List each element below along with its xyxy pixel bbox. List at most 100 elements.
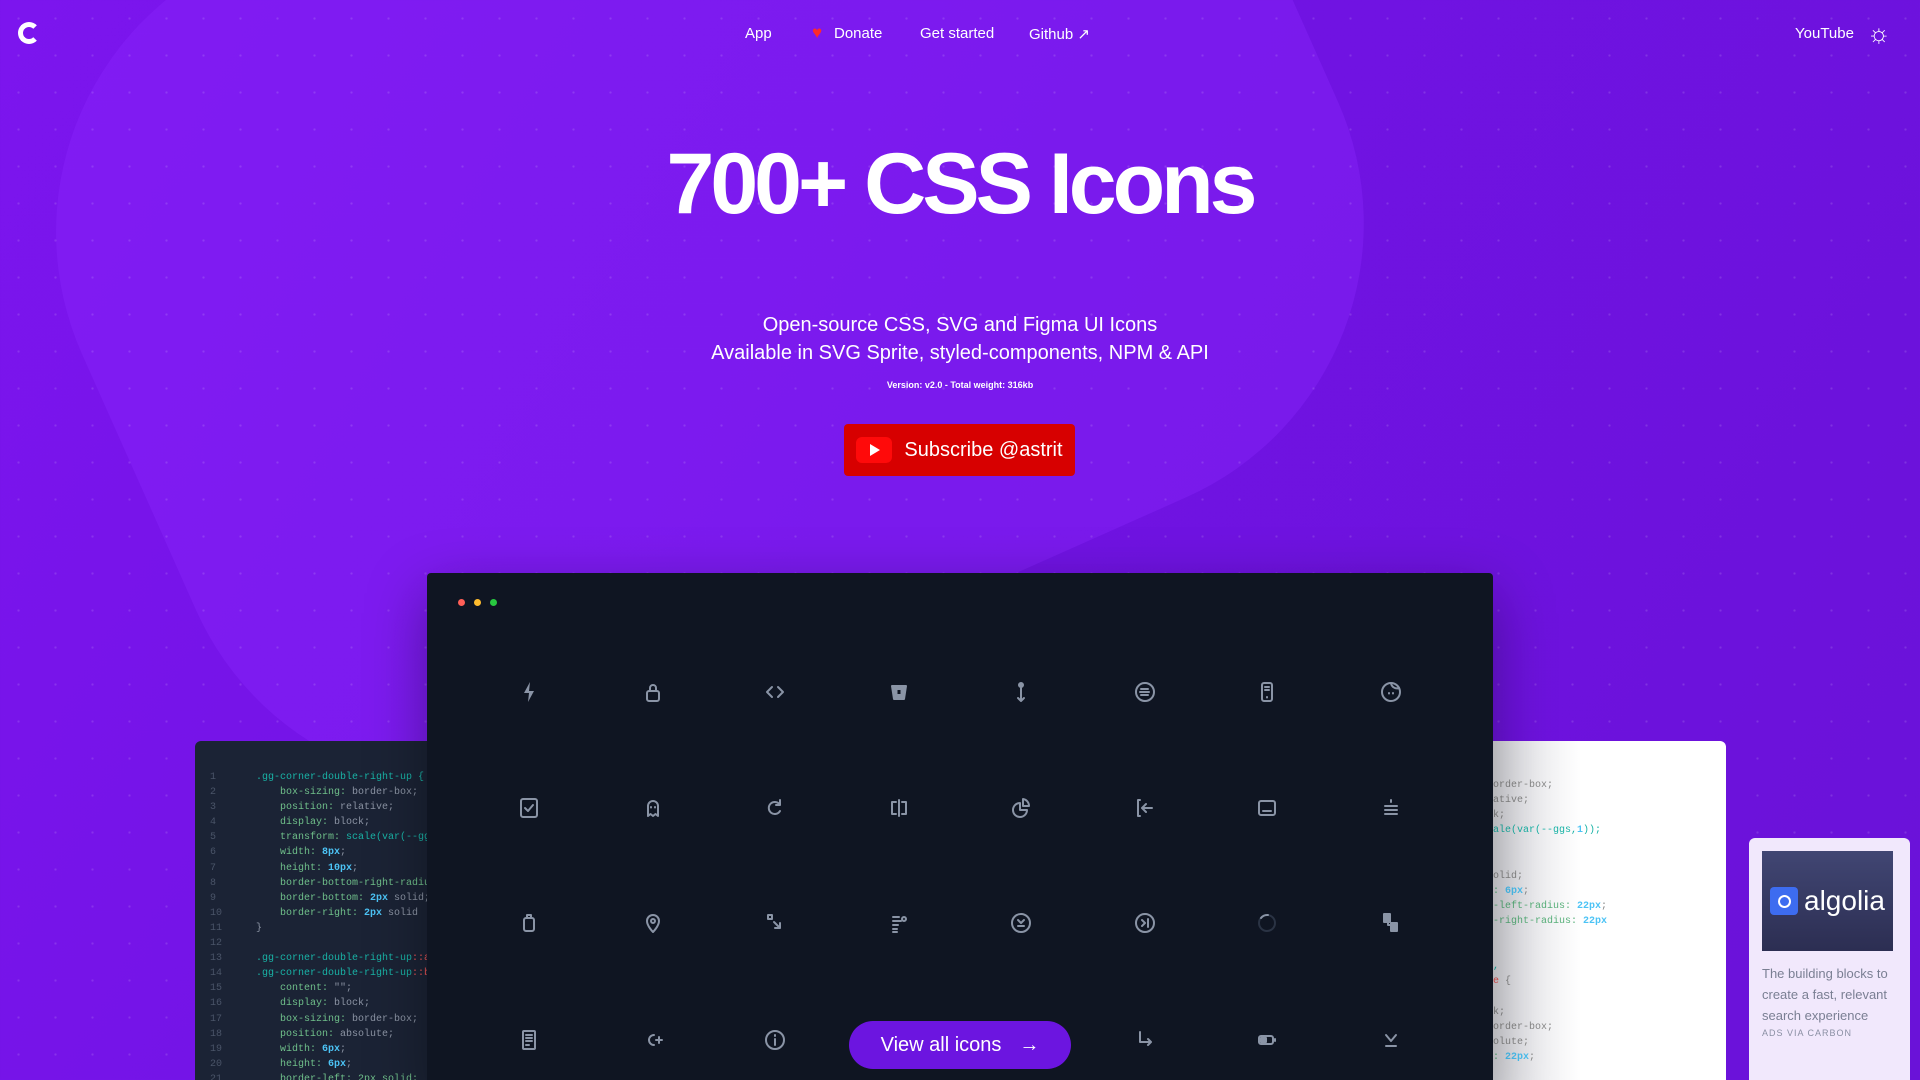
code-line: k;: [1493, 1005, 1607, 1020]
code-line: olid;: [1493, 869, 1607, 884]
resize-icon[interactable]: [763, 911, 787, 935]
code-token: olid;: [1493, 870, 1524, 882]
line-number: 5: [210, 832, 217, 844]
code-line: ale(var(--ggs,1));: [1493, 823, 1607, 838]
list-tree-icon[interactable]: [887, 911, 911, 935]
align-bottom-icon[interactable]: [1379, 796, 1403, 820]
line-number: 8: [210, 877, 217, 889]
play-next-circle-icon[interactable]: [1133, 911, 1157, 935]
battery-icon[interactable]: [1255, 1028, 1279, 1052]
arrows-v-icon[interactable]: [1009, 680, 1033, 704]
push-chevron-down-icon[interactable]: [1379, 1028, 1403, 1052]
code-token: k;: [1493, 1006, 1506, 1018]
ghost-icon[interactable]: [641, 796, 665, 820]
code-token: order-box;: [1493, 1021, 1554, 1033]
code-line: 14.gg-corner-double-right-up::before {: [210, 966, 435, 981]
disc-icon[interactable]: [1133, 680, 1157, 704]
logo-icon[interactable]: [18, 22, 40, 44]
c-plus-plus-icon[interactable]: [641, 1028, 665, 1052]
code-token: ,: [1493, 961, 1500, 973]
arrow-right-icon: →: [1019, 1033, 1040, 1056]
laptop-icon[interactable]: [1255, 796, 1279, 820]
smartphone-icon[interactable]: [1255, 680, 1279, 704]
nav-github[interactable]: Github ↗: [1029, 25, 1090, 43]
code-preview-right: order-box; ative; k; ale(var(--ggs,1)); oli…: [1485, 741, 1726, 1080]
code-token: .gg-corner-double-right-up {: [256, 772, 425, 783]
code-line: -right-radius: 22px: [1493, 914, 1607, 929]
line-number: 4: [210, 817, 217, 829]
line-number: 12: [210, 938, 223, 950]
swap-icon[interactable]: [1379, 911, 1403, 935]
code-line: 20 height: 6px;: [210, 1057, 435, 1072]
code-token: 2px: [370, 892, 389, 904]
code-token: width:: [256, 1043, 323, 1055]
ad-footer[interactable]: ADS VIA CARBON: [1762, 1028, 1897, 1038]
theme-toggle-sun-icon[interactable]: ☼: [1867, 18, 1891, 49]
loader-icon[interactable]: [1255, 911, 1279, 935]
lock-icon[interactable]: [641, 680, 665, 704]
code-line: 8 border-bottom-right-radius: 4px;: [210, 876, 435, 891]
code-token: ative;: [1493, 795, 1530, 807]
code-token: solid;: [388, 892, 431, 904]
algolia-logo-icon: [1770, 887, 1799, 915]
code-token: 22px: [1583, 915, 1608, 927]
code-token: border-right:: [256, 907, 365, 919]
split-icon[interactable]: [887, 796, 911, 820]
corner-down-right-icon[interactable]: [1133, 1028, 1157, 1052]
notes-icon[interactable]: [517, 1028, 541, 1052]
bitbucket-icon[interactable]: [887, 680, 911, 704]
code-token: olute;: [1493, 1036, 1530, 1048]
clipboard-icon[interactable]: [517, 911, 541, 935]
code-line: 10 border-right: 2px solid: [210, 906, 435, 921]
code-line: 9 border-bottom: 2px solid;: [210, 891, 435, 906]
nav-app[interactable]: App: [745, 25, 772, 42]
page-title: 700+ CSS Icons: [666, 136, 1258, 232]
pin-icon[interactable]: [641, 911, 665, 935]
code-token: -right-radius:: [1493, 915, 1584, 927]
line-number: 14: [210, 968, 223, 980]
code-token: ;: [352, 862, 359, 874]
code-token: border-bottom:: [256, 892, 371, 904]
checkbox-icon[interactable]: [517, 796, 541, 820]
code-line: 12: [210, 936, 435, 951]
chevron-down-circle-icon[interactable]: [1009, 911, 1033, 935]
nav-youtube[interactable]: YouTube: [1795, 25, 1854, 42]
nav-donate[interactable]: Donate: [834, 25, 882, 42]
line-number: 11: [210, 922, 223, 934]
ad-text[interactable]: The building blocks to create a fast, re…: [1762, 963, 1897, 1026]
code-line: 18 position: absolute;: [210, 1027, 435, 1042]
line-number: 7: [210, 862, 217, 874]
window-maximize-dot: [490, 599, 497, 606]
code-token: transform:: [256, 832, 347, 844]
code-token: 22px: [1505, 1051, 1530, 1063]
code-line: olute;: [1493, 1035, 1607, 1050]
line-number: 10: [210, 907, 223, 919]
code-icon[interactable]: [763, 680, 787, 704]
carbon-ad[interactable]: algolia The building blocks to create a …: [1749, 838, 1910, 1080]
log-in-icon[interactable]: [1133, 796, 1157, 820]
code-token: 22px: [1577, 900, 1602, 912]
smile-icon[interactable]: [1379, 680, 1403, 704]
code-token: 10px: [328, 862, 353, 874]
code-token: 6px: [1505, 885, 1524, 897]
code-line: 11}: [210, 921, 435, 936]
line-number: 17: [210, 1013, 223, 1025]
subscribe-button[interactable]: Subscribe @astrit: [844, 424, 1075, 476]
code-token: }: [256, 922, 263, 934]
code-line: : 22px;: [1493, 1050, 1607, 1065]
code-line: 3 position: relative;: [210, 800, 435, 815]
subtitle-line-1: Open-source CSS, SVG and Figma UI Icons: [762, 314, 1158, 336]
nav-get-started[interactable]: Get started: [920, 25, 994, 42]
redo-icon[interactable]: [763, 796, 787, 820]
code-token: .gg-corner-double-right-up: [256, 953, 413, 965]
info-icon[interactable]: [763, 1028, 787, 1052]
code-line: -left-radius: 22px;: [1493, 899, 1607, 914]
view-all-icons-button[interactable]: View all icons →: [849, 1021, 1071, 1069]
pie-chart-icon[interactable]: [1009, 796, 1033, 820]
line-number: 21: [210, 1073, 223, 1080]
code-line: ,: [1493, 959, 1607, 974]
ad-image[interactable]: algolia: [1762, 851, 1893, 951]
bolt-icon[interactable]: [517, 680, 541, 704]
